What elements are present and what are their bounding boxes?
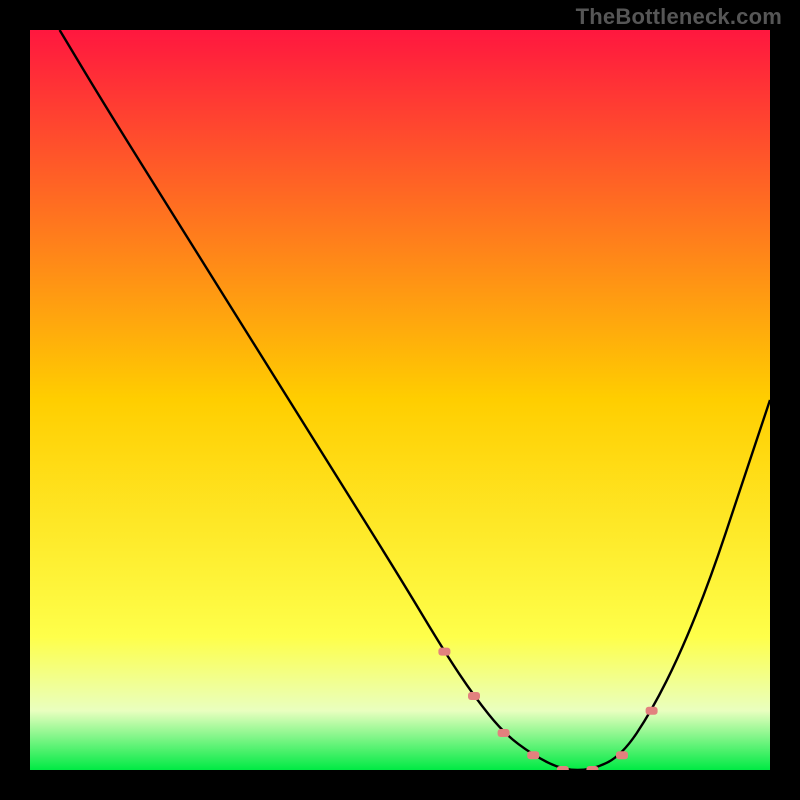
valley-marker — [646, 707, 658, 715]
bottleneck-chart — [30, 30, 770, 770]
valley-marker — [527, 751, 539, 759]
valley-marker — [438, 648, 450, 656]
valley-marker — [557, 766, 569, 770]
valley-marker — [586, 766, 598, 770]
watermark-text: TheBottleneck.com — [576, 4, 782, 30]
plot-area — [30, 30, 770, 770]
valley-marker — [498, 729, 510, 737]
chart-frame: TheBottleneck.com — [0, 0, 800, 800]
gradient-background — [30, 30, 770, 770]
valley-marker — [468, 692, 480, 700]
valley-marker — [616, 751, 628, 759]
